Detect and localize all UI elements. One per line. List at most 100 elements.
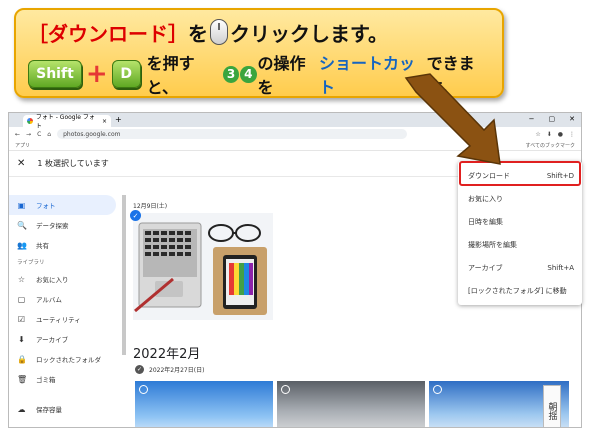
- star-icon[interactable]: ☆: [535, 131, 540, 138]
- menu-item-label: ダウンロード: [468, 171, 510, 180]
- callout-press-text: を押すと、: [146, 54, 195, 97]
- instruction-callout: ［ ダウンロード ］ を クリックします。 Shift + D を押すと、 3 …: [14, 8, 504, 98]
- menu-item-label: 日時を編集: [468, 217, 503, 226]
- menu-item-edit-date[interactable]: 日時を編集: [458, 210, 582, 233]
- maximize-button[interactable]: ▢: [549, 115, 556, 123]
- sidebar-item-label: フォト: [36, 202, 56, 210]
- bracket-open: ［: [28, 21, 48, 46]
- menu-item-favorite[interactable]: お気に入り: [458, 187, 582, 210]
- menu-item-move-locked[interactable]: [ロックされたフォルダ] に移動: [458, 279, 582, 302]
- browser-tab[interactable]: フォト - Google フォト ×: [23, 114, 111, 130]
- photo-thumbnail[interactable]: [277, 381, 425, 427]
- sidebar-item-locked-folder[interactable]: 🔒 ロックされたフォルダ: [9, 349, 122, 369]
- download-label-highlight: ダウンロード: [48, 21, 168, 46]
- date-heading: 12月9日(土): [133, 203, 168, 210]
- d-key-icon: D: [111, 60, 141, 88]
- menu-item-edit-location[interactable]: 撮影場所を編集: [458, 233, 582, 256]
- step-4-badge: 4: [240, 65, 257, 83]
- sidebar-item-label: ロックされたフォルダ: [36, 356, 101, 364]
- tab-title: フォト - Google フォト: [35, 114, 95, 130]
- library-section-label: ライブラリ: [17, 260, 45, 266]
- callout-end-text: できます。: [426, 54, 475, 97]
- window-close-button[interactable]: ✕: [569, 115, 575, 123]
- selection-count: 1 枚選択しています: [37, 159, 109, 168]
- forward-icon[interactable]: →: [26, 131, 31, 138]
- month-heading: 2022年2月: [133, 347, 201, 362]
- sidebar-item-label: 共有: [36, 242, 49, 250]
- sidebar-item-storage[interactable]: ☁ 保存容量: [9, 399, 122, 419]
- menu-item-download[interactable]: ダウンロード Shift+D: [458, 164, 582, 187]
- close-selection-button[interactable]: ✕: [17, 158, 25, 169]
- sidebar-item-sharing[interactable]: 👥 共有: [9, 235, 122, 255]
- shortcut-highlight: ショートカット: [319, 54, 416, 97]
- bookmark-apps[interactable]: アプリ: [15, 142, 30, 149]
- bookmarks-bar: アプリ すべてのブックマーク: [9, 141, 581, 151]
- utilities-icon: ☑: [17, 314, 26, 324]
- lock-icon: 🔒: [17, 354, 27, 364]
- new-tab-button[interactable]: +: [115, 115, 122, 124]
- step-3-badge: 3: [222, 65, 240, 83]
- callout-line-2: Shift + D を押すと、 3 4 の操作を ショートカット できます。: [28, 54, 502, 97]
- download-icon[interactable]: ⬇: [547, 131, 552, 138]
- sidebar-item-albums[interactable]: ▢ アルバム: [9, 289, 122, 309]
- home-icon[interactable]: ⌂: [47, 131, 51, 138]
- search-icon: 🔍: [17, 220, 27, 230]
- sidebar-item-explore[interactable]: 🔍 データ探索: [9, 215, 122, 235]
- menu-item-archive[interactable]: アーカイブ Shift+A: [458, 256, 582, 279]
- plus-icon: +: [85, 59, 108, 89]
- mouse-icon: [210, 19, 228, 45]
- photo-icon: ▣: [17, 200, 26, 210]
- google-photos-favicon-icon: [27, 118, 33, 124]
- menu-icon[interactable]: ⋮: [569, 131, 575, 138]
- sidebar: ▣ フォト 🔍 データ探索 👥 共有 ライブラリ ☆ お気に入り ▢ アルバム …: [9, 195, 122, 427]
- archive-icon: ⬇: [18, 334, 25, 344]
- back-icon[interactable]: ←: [15, 131, 20, 138]
- date-heading-2: ✓ 2022年2月27日(日): [135, 365, 204, 374]
- photo-thumbnail[interactable]: [135, 381, 273, 427]
- checkmark-icon[interactable]: ✓: [130, 210, 141, 221]
- sidebar-item-label: データ探索: [36, 222, 69, 230]
- menu-item-shortcut: Shift+A: [547, 263, 574, 272]
- window-controls: − ▢ ✕: [529, 115, 575, 123]
- cloud-icon: ☁: [17, 404, 26, 414]
- title-bar: フォト - Google フォト × + − ▢ ✕: [9, 113, 581, 130]
- menu-item-label: 撮影場所を編集: [468, 240, 517, 249]
- sidebar-item-label: お気に入り: [36, 276, 69, 284]
- menu-item-label: お気に入り: [468, 194, 503, 203]
- desk-photo-image: [133, 213, 273, 320]
- all-bookmarks-folder[interactable]: すべてのブックマーク: [526, 142, 575, 149]
- url-field[interactable]: photos.google.com: [57, 129, 408, 139]
- sidebar-item-photos[interactable]: ▣ フォト: [9, 195, 116, 215]
- select-circle-icon[interactable]: [433, 385, 442, 394]
- callout-click-text: クリックします。: [230, 21, 388, 46]
- select-circle-icon[interactable]: [281, 385, 290, 394]
- photo-thumbnail[interactable]: 朝揺: [429, 381, 569, 427]
- album-icon: ▢: [17, 294, 26, 304]
- toolbar-icons: ☆ ⬇ ● ⋮: [535, 131, 575, 138]
- sign-text: 朝揺: [543, 385, 561, 427]
- sidebar-item-label: 保存容量: [36, 406, 62, 414]
- select-circle-icon[interactable]: [139, 385, 148, 394]
- reload-icon[interactable]: C: [37, 131, 41, 138]
- sidebar-item-label: ユーティリティ: [36, 316, 81, 324]
- tab-close-icon[interactable]: ×: [102, 118, 107, 125]
- trash-icon: 🗑: [17, 374, 28, 384]
- sidebar-item-trash[interactable]: 🗑 ゴミ箱: [9, 369, 122, 389]
- profile-icon[interactable]: ●: [558, 131, 563, 138]
- callout-operation-text: の操作を: [257, 54, 306, 97]
- sidebar-item-label: ゴミ箱: [36, 376, 56, 384]
- sidebar-item-archive[interactable]: ⬇ アーカイブ: [9, 329, 122, 349]
- people-icon: 👥: [17, 240, 27, 250]
- callout-line-1: ［ ダウンロード ］ を クリックします。: [28, 18, 388, 46]
- star-icon: ☆: [17, 274, 26, 284]
- more-options-menu: ダウンロード Shift+D お気に入り 日時を編集 撮影場所を編集 アーカイブ…: [458, 161, 582, 305]
- menu-item-label: アーカイブ: [468, 263, 503, 272]
- select-day-icon[interactable]: ✓: [135, 365, 144, 374]
- sidebar-scrollbar[interactable]: [122, 195, 126, 355]
- sidebar-item-favorites[interactable]: ☆ お気に入り: [9, 269, 122, 289]
- menu-item-shortcut: Shift+D: [546, 171, 574, 180]
- date-label: 2022年2月27日(日): [149, 367, 205, 374]
- selected-photo[interactable]: ✓: [130, 210, 273, 320]
- minimize-button[interactable]: −: [529, 115, 535, 123]
- sidebar-item-utilities[interactable]: ☑ ユーティリティ: [9, 309, 122, 329]
